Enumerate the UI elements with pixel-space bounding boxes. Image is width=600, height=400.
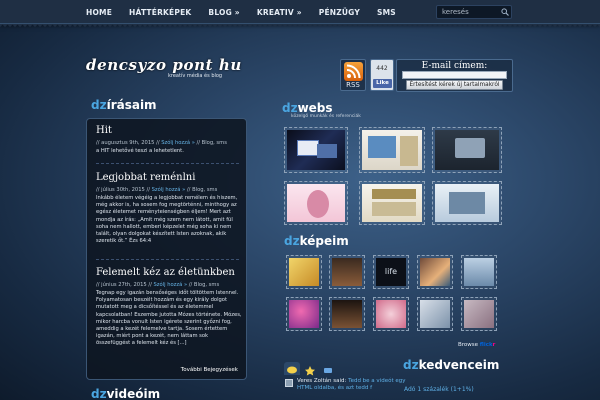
post-meta: // július 30th, 2015 // Szólj hozzá » //… <box>96 187 218 193</box>
post-item: Legjobbat reménlni // július 30th, 2015 … <box>96 172 242 245</box>
post-excerpt: a HIT lehetővé teszi a lehetetlent. <box>96 148 184 154</box>
photo-thumbnail[interactable] <box>461 255 497 289</box>
post-meta: // június 27th, 2015 // Szólj hozzá » //… <box>96 282 220 288</box>
photo-thumbnail[interactable] <box>373 297 409 331</box>
post-excerpt: Inkább életem végéig a legjobbat remélem… <box>96 195 238 245</box>
tab-favorites[interactable] <box>302 362 318 376</box>
favorite-link[interactable]: Adó 1 százalék (1+1%) <box>404 386 474 393</box>
section-title-kedvenceim: dzkedvenceim <box>403 358 499 372</box>
email-subscribe-box: E-mail címem: Értesítést kérek új tartal… <box>396 59 513 92</box>
avatar <box>285 379 293 387</box>
photo-thumbnail[interactable] <box>329 255 365 289</box>
recent-comment: Veres Zoltán said: Tedd be a videót egy … <box>297 378 407 391</box>
more-posts-link[interactable]: További Bejegyzések <box>181 367 238 373</box>
site-logo[interactable]: dencsyzo pont hu <box>86 56 242 74</box>
post-comment-link[interactable]: Szólj hozzá » <box>153 282 187 288</box>
search-input[interactable] <box>437 6 499 18</box>
web-thumbnail[interactable] <box>284 127 348 173</box>
site-tagline: kreatív média és blog <box>168 73 223 79</box>
search-icon[interactable] <box>501 8 509 16</box>
nav-item-kreativ[interactable]: KREATIV » <box>257 8 302 17</box>
section-title-irasaim: dzírásaim <box>91 98 157 112</box>
section-subtitle-webs: közelgő munkák és referenciák <box>291 114 361 119</box>
rss-icon <box>344 62 363 81</box>
post-title[interactable]: Hit <box>96 125 242 136</box>
section-prefix: dz <box>282 101 298 115</box>
nav-item-home[interactable]: HOME <box>86 8 112 17</box>
section-name: képeim <box>299 234 349 248</box>
section-prefix: dz <box>403 358 419 372</box>
web-thumbnail[interactable] <box>359 127 425 173</box>
post-meta: // augusztus 9th, 2015 // Szólj hozzá » … <box>96 140 227 146</box>
section-title-kepeim: dzképeim <box>284 234 349 248</box>
top-nav: HOME HÁTTÉRKÉPEK BLOG » KREATIV » PÉNZÜG… <box>0 0 600 24</box>
post-title[interactable]: Felemelt kéz az életünkben <box>96 267 242 278</box>
nav-item-penzugy[interactable]: PÉNZÜGY <box>319 8 360 17</box>
comment-author[interactable]: Veres Zoltán <box>297 378 332 384</box>
post-comment-link[interactable]: Szólj hozzá » <box>161 140 195 146</box>
rss-label: RSS <box>346 81 360 89</box>
photo-thumbnail[interactable]: life <box>373 255 409 289</box>
sidebar-tabs <box>284 362 394 376</box>
post-excerpt: Tegnap egy igazán bensőséges időt töltöt… <box>96 290 242 347</box>
post-divider <box>96 259 239 260</box>
section-name: webs <box>297 101 333 115</box>
comment-icon <box>287 366 297 374</box>
section-prefix: dz <box>284 234 300 248</box>
posts-panel: Hit // augusztus 9th, 2015 // Szólj hozz… <box>86 118 247 380</box>
section-title-videoim: dzvideóim <box>91 387 160 400</box>
post-date: július 30th, 2015 <box>101 187 145 193</box>
photo-thumbnail[interactable] <box>461 297 497 331</box>
web-thumbnail[interactable] <box>284 181 348 225</box>
facebook-like-count: 442 <box>376 65 388 72</box>
nav-item-blog[interactable]: BLOG » <box>208 8 239 17</box>
comment-said: said: <box>333 378 347 384</box>
post-item: Felemelt kéz az életünkben // június 27t… <box>96 267 242 348</box>
photo-thumbnail[interactable] <box>329 297 365 331</box>
post-categories[interactable]: Blog, sms <box>192 187 217 193</box>
post-categories[interactable]: Blog, sms <box>202 140 227 146</box>
tab-comments[interactable] <box>284 362 300 375</box>
post-categories[interactable]: Blog, sms <box>194 282 219 288</box>
nav-zigzag-edge <box>0 24 600 28</box>
browse-label: Browse <box>458 342 479 348</box>
post-title[interactable]: Legjobbat reménlni <box>96 172 242 183</box>
facebook-like-button[interactable]: Like <box>373 79 392 88</box>
flickr-logo-part: flick <box>479 342 493 348</box>
section-title-webs: dzwebs <box>282 101 333 115</box>
browse-flickr-link[interactable]: Browse flickr <box>458 342 495 348</box>
web-thumbnail[interactable] <box>432 181 502 225</box>
star-icon <box>305 366 315 376</box>
search-box <box>436 5 512 19</box>
post-item: Hit // augusztus 9th, 2015 // Szólj hozz… <box>96 125 242 155</box>
section-prefix: dz <box>91 98 107 112</box>
photo-thumbnail[interactable] <box>417 255 453 289</box>
nav-item-hatterkepek[interactable]: HÁTTÉRKÉPEK <box>129 8 191 17</box>
web-thumbnail[interactable] <box>359 181 425 225</box>
section-name: videóim <box>106 387 161 400</box>
facebook-like-widget[interactable]: 442 Like <box>370 59 394 91</box>
nav-menu: HOME HÁTTÉRKÉPEK BLOG » KREATIV » PÉNZÜG… <box>86 0 413 24</box>
web-thumbnail[interactable] <box>432 127 502 173</box>
post-comment-link[interactable]: Szólj hozzá » <box>152 187 186 193</box>
email-title: E-mail címem: <box>421 61 488 71</box>
tag-icon <box>324 368 332 373</box>
rss-button[interactable]: RSS <box>340 59 366 91</box>
post-date: június 27th, 2015 <box>101 282 147 288</box>
section-name: kedvenceim <box>418 358 500 372</box>
photo-thumbnail[interactable] <box>286 297 322 331</box>
section-prefix: dz <box>91 387 107 400</box>
nav-item-sms[interactable]: SMS <box>377 8 396 17</box>
facebook-like-label: Like <box>376 80 389 86</box>
photo-thumbnail[interactable] <box>417 297 453 331</box>
photo-thumbnail[interactable] <box>286 255 322 289</box>
tab-tags[interactable] <box>320 362 336 375</box>
email-field[interactable] <box>402 71 507 79</box>
section-name: írásaim <box>106 98 157 112</box>
post-date: augusztus 9th, 2015 <box>101 140 155 146</box>
photo-text: life <box>376 258 406 286</box>
subscribe-button[interactable]: Értesítést kérek új tartalmakról <box>406 80 503 90</box>
flickr-logo-part: r <box>492 342 496 348</box>
post-divider <box>96 163 239 164</box>
